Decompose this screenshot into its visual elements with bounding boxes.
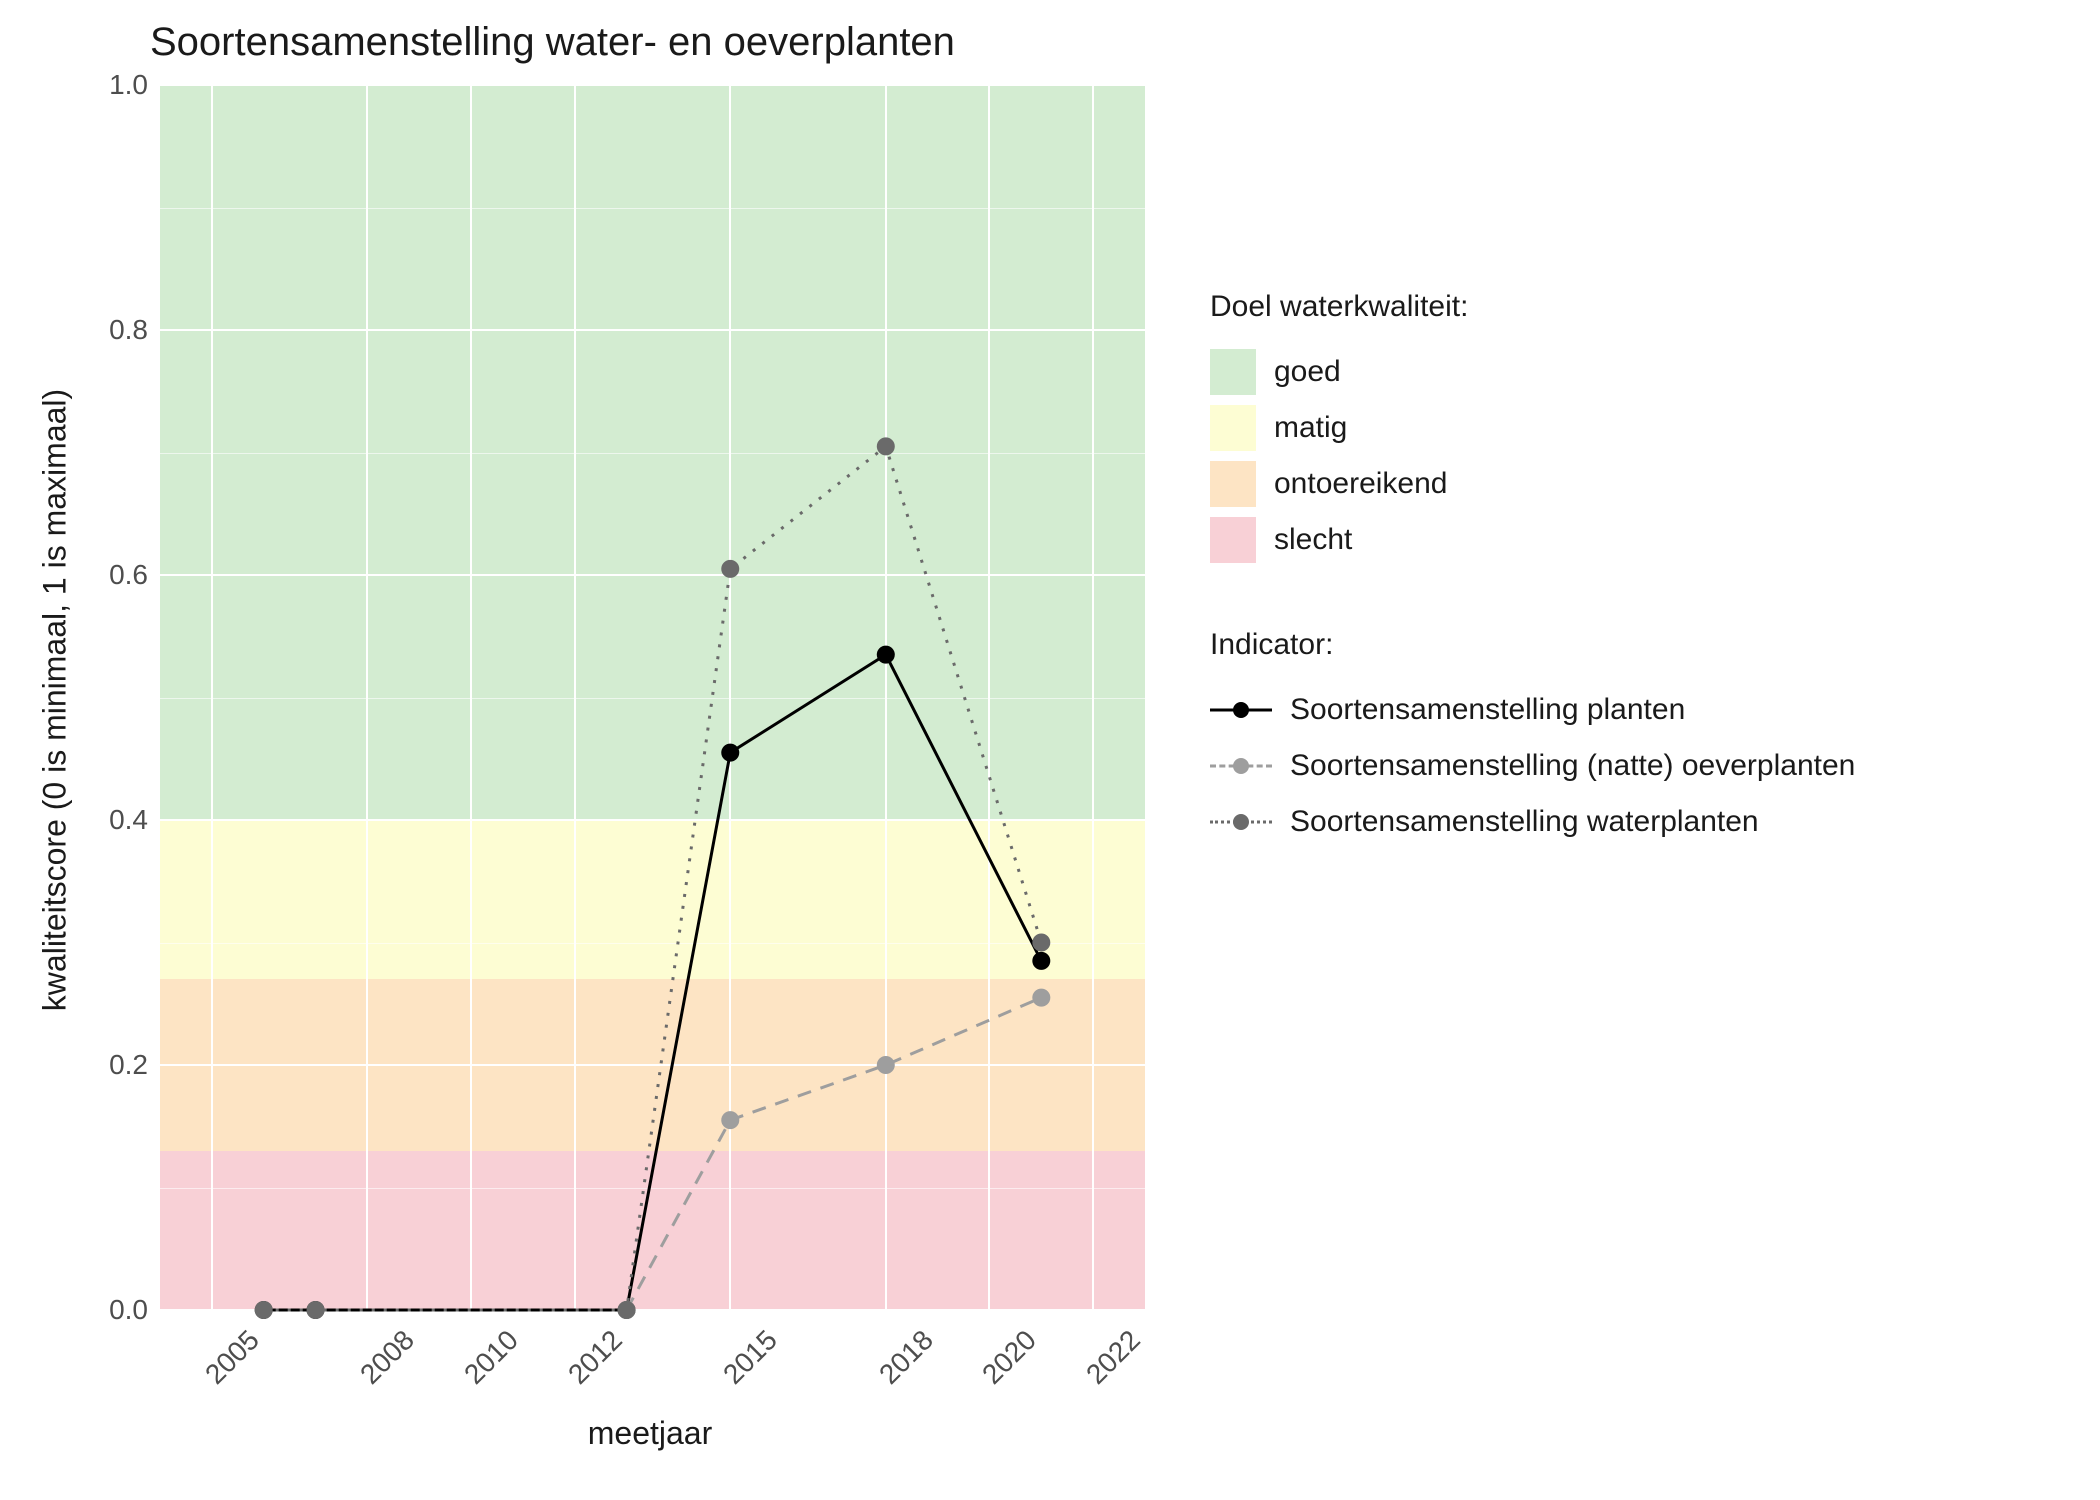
- x-tick: 2008: [354, 1324, 421, 1391]
- x-tick: 2015: [717, 1324, 784, 1391]
- legend-indicators: Indicator: Soortensamenstelling planten …: [1210, 628, 1855, 850]
- x-tick: 2018: [873, 1324, 940, 1391]
- data-point: [877, 437, 895, 455]
- chart-title: Soortensamenstelling water- en oeverplan…: [150, 20, 955, 65]
- data-point: [255, 1301, 273, 1319]
- data-point: [721, 744, 739, 762]
- x-axis-label: meetjaar: [588, 1415, 713, 1452]
- swatch-slecht: [1210, 517, 1256, 563]
- y-tick: 1.0: [109, 69, 160, 101]
- series-line: [264, 655, 1042, 1310]
- plot-area: 0.00.20.40.60.81.02005200820102012201520…: [160, 85, 1145, 1310]
- legend-label: Soortensamenstelling planten: [1290, 693, 1685, 727]
- data-point: [721, 560, 739, 578]
- legend-label: ontoereikend: [1274, 467, 1447, 501]
- legend-band-slecht: slecht: [1210, 512, 1855, 568]
- y-tick: 0.8: [109, 314, 160, 346]
- legend-label: slecht: [1274, 523, 1352, 557]
- legend-series-waterplanten: Soortensamenstelling waterplanten: [1210, 794, 1855, 850]
- legend-series-planten: Soortensamenstelling planten: [1210, 682, 1855, 738]
- legend-band-goed: goed: [1210, 344, 1855, 400]
- legend-band-matig: matig: [1210, 400, 1855, 456]
- data-point: [618, 1301, 636, 1319]
- data-point: [877, 646, 895, 664]
- legend-label: goed: [1274, 355, 1341, 389]
- swatch-ontoereikend: [1210, 461, 1256, 507]
- data-point: [877, 1056, 895, 1074]
- legend-series-oeverplanten: Soortensamenstelling (natte) oeverplante…: [1210, 738, 1855, 794]
- series-swatch-dotted: [1210, 799, 1272, 845]
- chart-lines: [160, 85, 1145, 1310]
- data-point: [1032, 934, 1050, 952]
- legend-bands-title: Doel waterkwaliteit:: [1210, 290, 1855, 324]
- legend-indicator-title: Indicator:: [1210, 628, 1855, 662]
- legend-bands: Doel waterkwaliteit: goed matig ontoerei…: [1210, 290, 1855, 568]
- x-tick: 2012: [562, 1324, 629, 1391]
- y-axis-label: kwaliteitscore (0 is minimaal, 1 is maxi…: [37, 389, 74, 1011]
- data-point: [307, 1301, 325, 1319]
- legend-band-ontoereikend: ontoereikend: [1210, 456, 1855, 512]
- legend: Doel waterkwaliteit: goed matig ontoerei…: [1210, 290, 1855, 910]
- y-tick: 0.2: [109, 1049, 160, 1081]
- data-point: [1032, 952, 1050, 970]
- data-point: [1032, 989, 1050, 1007]
- y-tick: 0.4: [109, 804, 160, 836]
- x-tick: 2010: [458, 1324, 525, 1391]
- x-tick: 2022: [1080, 1324, 1147, 1391]
- series-line: [264, 446, 1042, 1310]
- legend-label: Soortensamenstelling waterplanten: [1290, 805, 1759, 839]
- legend-label: Soortensamenstelling (natte) oeverplante…: [1290, 749, 1855, 783]
- x-tick: 2020: [977, 1324, 1044, 1391]
- series-swatch-dashed: [1210, 743, 1272, 789]
- series-swatch-solid: [1210, 687, 1272, 733]
- swatch-matig: [1210, 405, 1256, 451]
- legend-label: matig: [1274, 411, 1347, 445]
- chart-container: Soortensamenstelling water- en oeverplan…: [0, 0, 2100, 1500]
- swatch-goed: [1210, 349, 1256, 395]
- data-point: [721, 1111, 739, 1129]
- y-tick: 0.6: [109, 559, 160, 591]
- series-line: [627, 998, 1042, 1310]
- x-tick: 2005: [199, 1324, 266, 1391]
- y-tick: 0.0: [109, 1294, 160, 1326]
